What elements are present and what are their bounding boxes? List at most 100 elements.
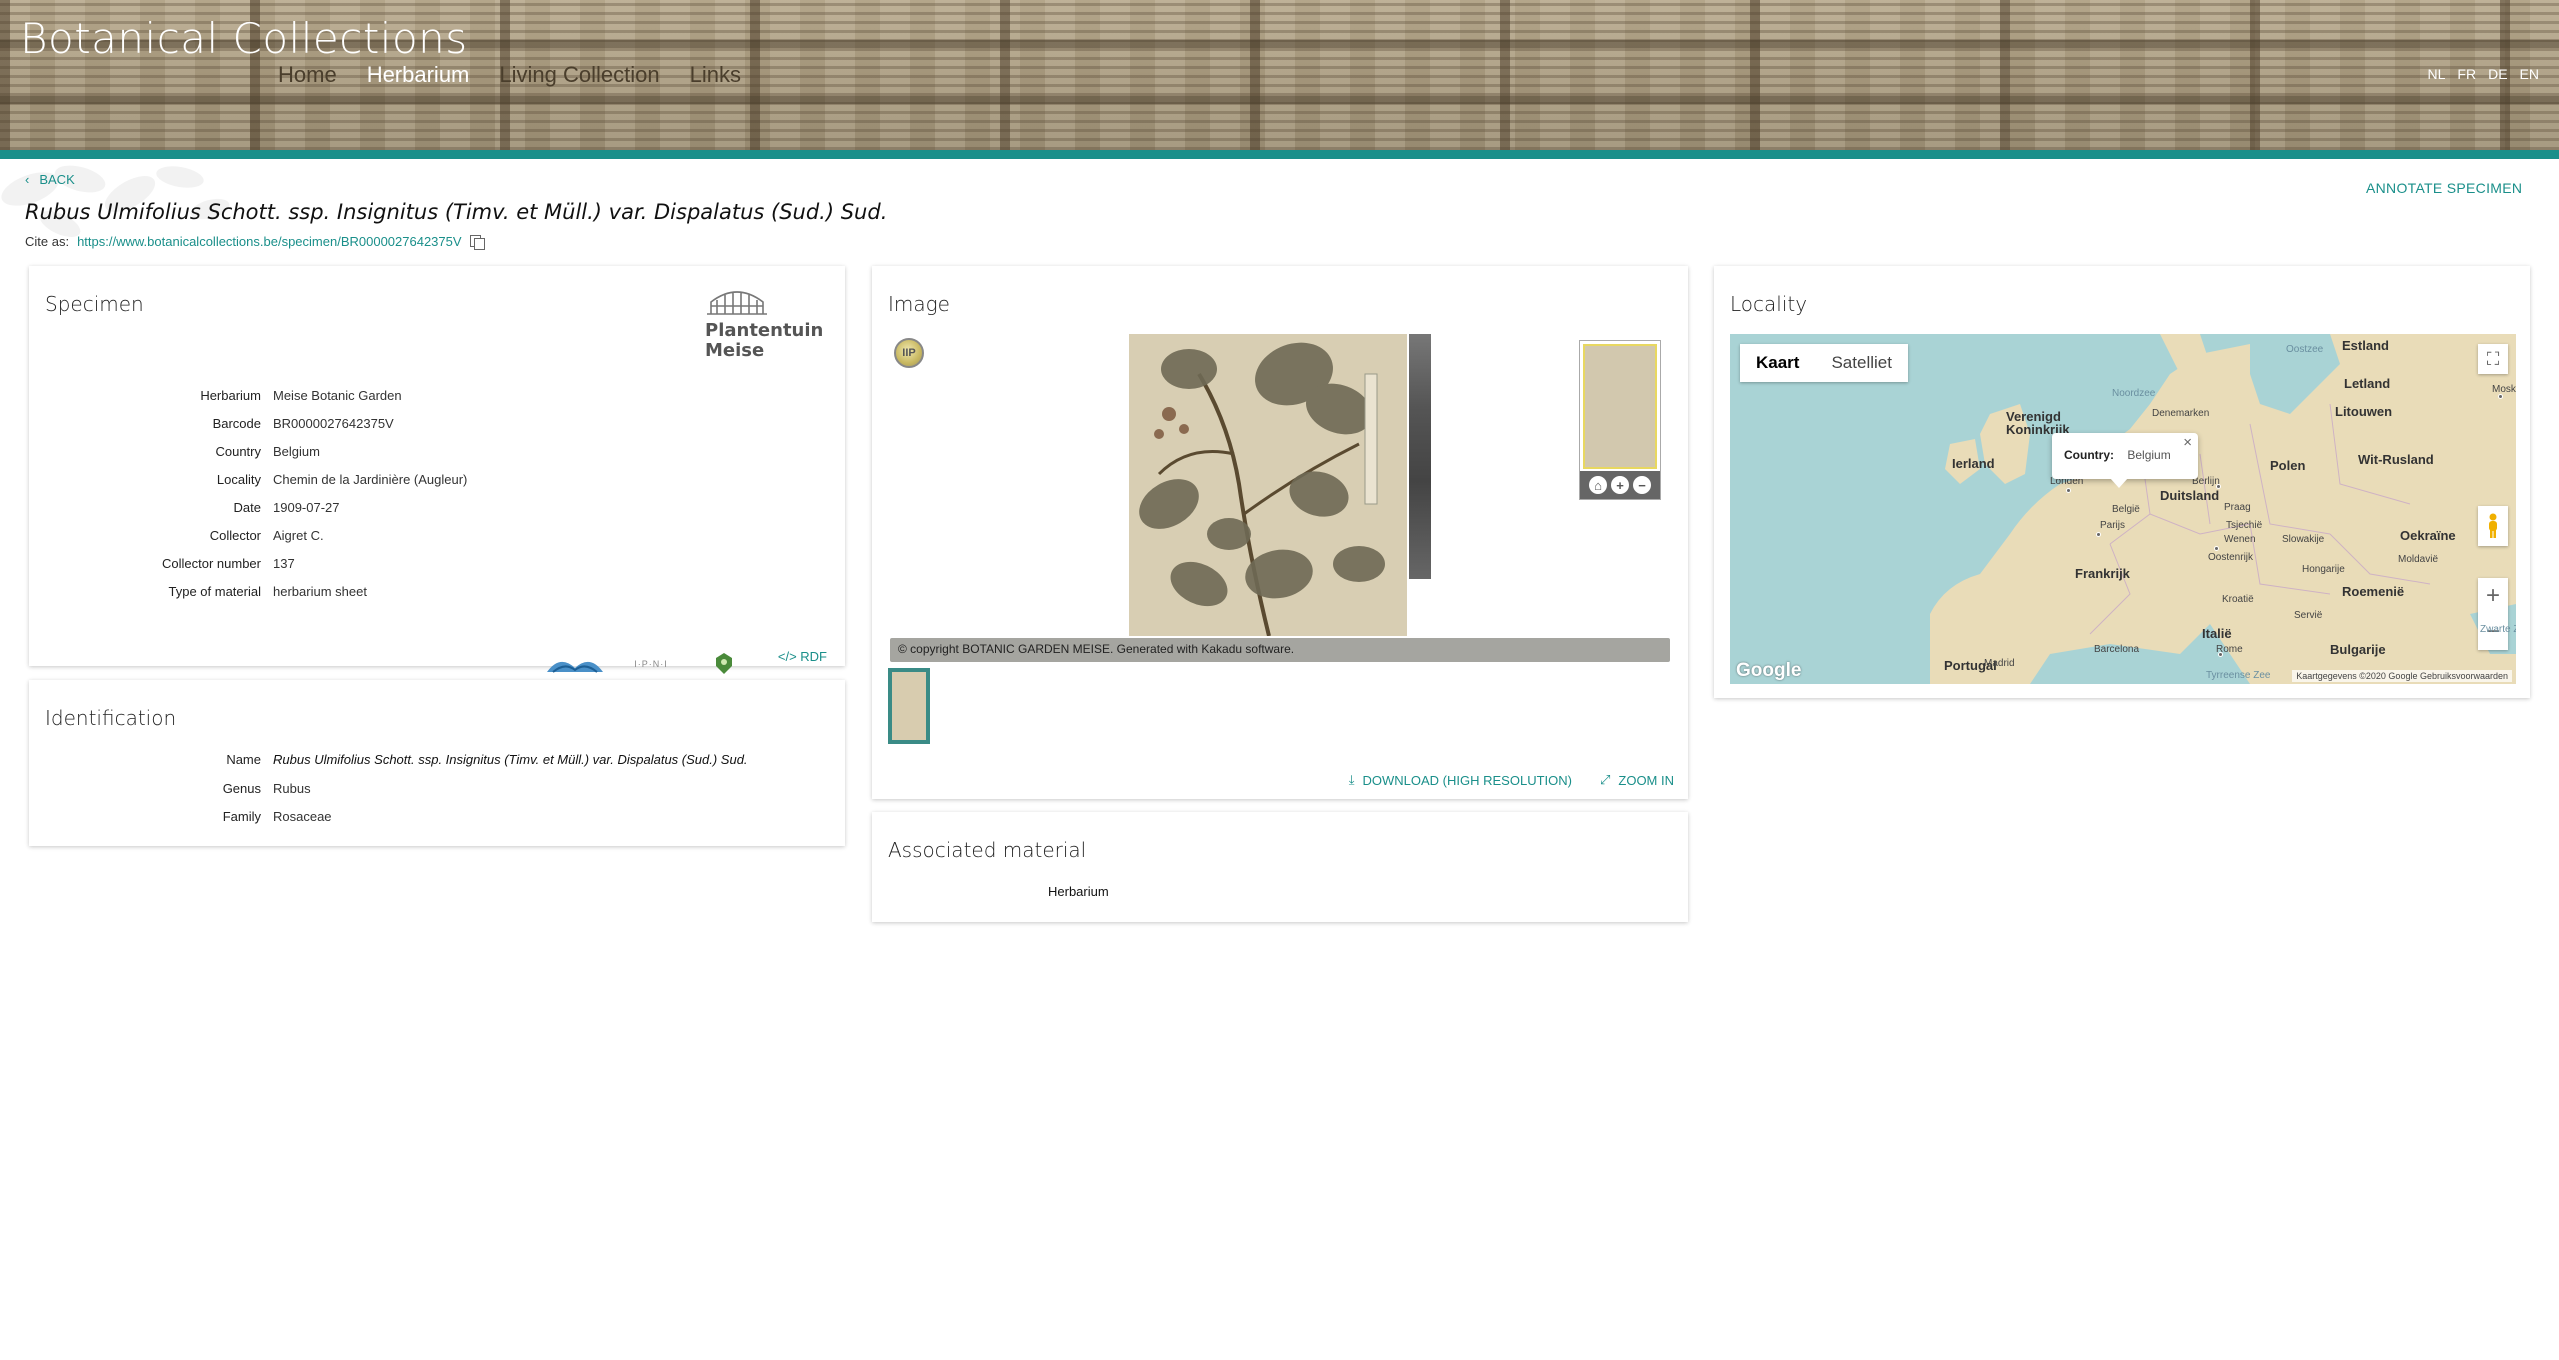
ipni-logo[interactable]: I·P·N·I	[621, 650, 681, 676]
map-label-sea: Oostzee	[2286, 344, 2324, 355]
city-marker	[2218, 652, 2223, 657]
code-icon: </>	[777, 649, 797, 664]
field-label: Collector number	[162, 556, 261, 571]
field-label: Genus	[222, 781, 261, 796]
map-type-satelliet[interactable]: Satelliet	[1815, 344, 1907, 382]
field-row: Family Rosaceae	[29, 809, 845, 824]
map-label-country: België	[2112, 504, 2140, 515]
map-type-kaart[interactable]: Kaart	[1740, 344, 1815, 382]
field-row: Collector number 137	[29, 556, 845, 571]
nav-living-collection[interactable]: Living Collection	[499, 62, 659, 88]
specimen-image-viewer[interactable]	[1129, 334, 1407, 636]
map-label-city: Parijs	[2100, 520, 2126, 531]
back-label: BACK	[39, 172, 75, 187]
locality-card-title: Locality	[1730, 292, 1808, 316]
image-navigator: ⌂ + −	[1579, 340, 1661, 500]
map-label-country: Oekraïne	[2400, 528, 2456, 543]
image-card-title: Image	[888, 292, 950, 316]
field-value: Belgium	[273, 444, 320, 459]
specimen-card: Specimen Plantentuin Meise Herbarium Mei…	[29, 266, 845, 674]
map-label-country: Hongarije	[2302, 564, 2345, 575]
fullscreen-icon[interactable]: ⛶	[2478, 344, 2508, 374]
lang-fr[interactable]: FR	[2457, 66, 2476, 82]
map-label-country: Kroatië	[2222, 594, 2254, 605]
copy-icon[interactable]	[469, 234, 485, 250]
home-icon[interactable]: ⌂	[1589, 476, 1607, 494]
zoom-out-icon[interactable]: −	[1633, 476, 1651, 494]
iip-logo[interactable]: IIP	[894, 338, 924, 368]
gbif-logo[interactable]	[545, 650, 605, 676]
close-icon[interactable]: ×	[2183, 434, 2192, 451]
image-thumbnail[interactable]	[888, 668, 930, 744]
field-value: BR0000027642375V	[273, 416, 394, 431]
map-label-country: Denemarken	[2152, 408, 2210, 419]
botanic-garden-emblem[interactable]	[711, 650, 737, 676]
nav-herbarium[interactable]: Herbarium	[367, 62, 470, 88]
city-marker	[2498, 394, 2503, 399]
field-value: Rubus Ulmifolius Schott. ssp. Insignitus…	[273, 752, 748, 767]
map-zoom-in-icon[interactable]: +	[2486, 582, 2500, 610]
map-label-country: Servië	[2294, 610, 2323, 621]
download-button[interactable]: ⤓ DOWNLOAD (HIGH RESOLUTION)	[1349, 772, 1572, 788]
map-type-control: Kaart Satelliet	[1740, 344, 1908, 382]
back-link[interactable]: ‹ BACK	[25, 172, 75, 187]
language-switcher: NL FR DE EN	[2428, 66, 2539, 82]
street-view-pegman-icon[interactable]	[2478, 506, 2508, 546]
associated-item[interactable]: Herbarium	[1048, 884, 1109, 899]
map-zoom-controls: + −	[2478, 578, 2508, 650]
map-label-city: Praag	[2224, 502, 2251, 513]
field-row: Genus Rubus	[29, 781, 845, 796]
lang-en[interactable]: EN	[2520, 66, 2539, 82]
expand-icon: ⤢	[1599, 772, 1611, 787]
zoom-in-icon[interactable]: +	[1611, 476, 1629, 494]
map-label-country: Moldavië	[2398, 554, 2439, 565]
greenhouse-icon	[707, 291, 767, 315]
specimen-card-title: Specimen	[45, 292, 144, 316]
map-label-city: Moskou	[2492, 384, 2516, 395]
map-label-country: Italië	[2202, 626, 2232, 641]
lang-de[interactable]: DE	[2488, 66, 2507, 82]
field-label: Herbarium	[200, 388, 261, 403]
field-value: Rosaceae	[273, 809, 332, 824]
site-logo[interactable]: Botanical Collections	[20, 14, 468, 63]
zoom-in-button[interactable]: ⤢ ZOOM IN	[1600, 772, 1674, 788]
map-label-country: Letland	[2344, 376, 2391, 391]
image-actions: ⤓ DOWNLOAD (HIGH RESOLUTION) ⤢ ZOOM IN	[1349, 772, 1674, 788]
partner-logos: I·P·N·I	[29, 650, 845, 680]
field-row: Herbarium Meise Botanic Garden	[29, 388, 845, 403]
map-label-country: Estland	[2342, 338, 2389, 353]
field-label: Collector	[209, 528, 261, 543]
thumbnail-image	[892, 672, 926, 740]
page-title: Rubus Ulmifolius Schott. ssp. Insignitus…	[25, 200, 888, 224]
field-value: 1909-07-27	[273, 500, 340, 515]
field-label: Locality	[216, 472, 261, 487]
color-calibration-strip	[1409, 334, 1431, 579]
annotate-specimen-link[interactable]: ANNOTATE SPECIMEN	[2366, 180, 2522, 196]
zoom-in-label: ZOOM IN	[1618, 772, 1674, 788]
map-label-country: Polen	[2270, 458, 2306, 473]
specimen-plant-image	[1129, 334, 1407, 636]
field-row: Type of material herbarium sheet	[29, 584, 845, 599]
navigator-thumbnail[interactable]	[1583, 344, 1657, 469]
rdf-link[interactable]: </> RDF	[778, 649, 827, 664]
nav-links[interactable]: Links	[690, 62, 741, 88]
city-marker	[2066, 488, 2071, 493]
navigator-controls: ⌂ + −	[1580, 471, 1660, 499]
logo-text-line-2: Meise	[705, 340, 765, 361]
map-attribution[interactable]: Kaartgegevens ©2020 Google Gebruiksvoorw…	[2292, 670, 2512, 682]
lang-nl[interactable]: NL	[2428, 66, 2446, 82]
locality-card: Locality Kaart Satelliet ⛶ + − Estland L…	[1714, 266, 2530, 698]
download-icon: ⤓	[1348, 772, 1355, 787]
cite-url-link[interactable]: https://www.botanicalcollections.be/spec…	[77, 234, 461, 249]
map-label-country: Oostenrijk	[2208, 552, 2254, 563]
field-value: 137	[273, 556, 295, 571]
pegman-shape	[2489, 513, 2497, 538]
locality-map[interactable]: Kaart Satelliet ⛶ + − Estland Letland Li…	[1730, 334, 2516, 684]
logo-text-line-1: Plantentuin	[705, 320, 824, 341]
map-label-country: Slowakije	[2282, 534, 2325, 545]
field-value: Rubus	[273, 781, 311, 796]
city-marker	[2216, 484, 2221, 489]
map-label-country: Litouwen	[2335, 404, 2393, 419]
nav-home[interactable]: Home	[278, 62, 337, 88]
field-row: Collector Aigret C.	[29, 528, 845, 543]
